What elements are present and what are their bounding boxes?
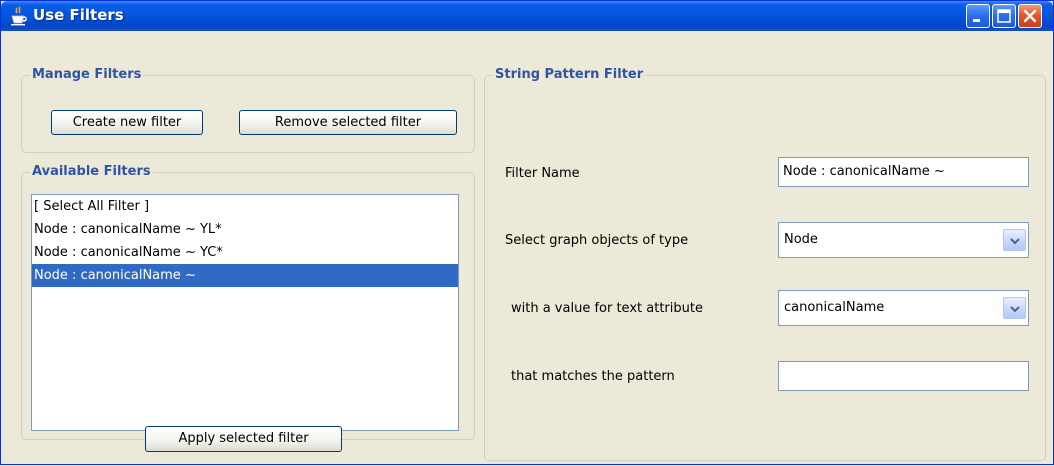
close-icon [1023,9,1037,23]
content-area: Manage Filters Create new filter Remove … [11,31,1049,466]
filter-list-item-yl[interactable]: Node : canonicalName ~ YL* [32,218,458,241]
filter-name-input[interactable]: Node : canonicalName ~ [778,157,1029,187]
maximize-button[interactable] [992,4,1016,28]
object-type-select[interactable]: Node [778,222,1029,258]
filter-name-label: Filter Name [505,166,580,181]
use-filters-window: Use Filters Manage Filters Create new fi… [0,0,1054,465]
filter-list-item-canonicalname[interactable]: Node : canonicalName ~ [32,264,458,287]
chevron-down-icon [1010,306,1020,313]
attribute-dropdown-button[interactable] [1003,297,1026,319]
available-filters-group: Available Filters [ Select All Filter ] … [21,164,475,440]
window-title: Use Filters [33,6,124,24]
attribute-value: canonicalName [784,300,885,315]
minimize-icon [973,19,980,22]
minimize-button[interactable] [966,4,990,28]
object-type-dropdown-button[interactable] [1003,229,1026,251]
pattern-label: that matches the pattern [511,369,675,384]
maximize-icon [997,9,1011,23]
available-filters-label: Available Filters [30,164,153,179]
chevron-down-icon [1010,238,1020,245]
filter-list-item-yc[interactable]: Node : canonicalName ~ YC* [32,241,458,264]
object-type-label: Select graph objects of type [505,233,689,248]
string-pattern-filter-group: String Pattern Filter Filter Name Node :… [484,67,1046,461]
manage-filters-group: Manage Filters Create new filter Remove … [21,67,475,153]
remove-selected-filter-button[interactable]: Remove selected filter [239,110,457,135]
filter-list-item-select-all[interactable]: [ Select All Filter ] [32,195,458,218]
close-button[interactable] [1018,4,1042,28]
pattern-input[interactable] [778,361,1029,391]
attribute-select[interactable]: canonicalName [778,290,1029,326]
string-pattern-filter-label: String Pattern Filter [493,67,646,82]
java-app-icon [11,6,27,26]
create-new-filter-button[interactable]: Create new filter [51,110,203,135]
object-type-value: Node [784,232,818,247]
manage-filters-label: Manage Filters [30,67,144,82]
available-filters-list[interactable]: [ Select All Filter ] Node : canonicalNa… [31,194,459,431]
apply-selected-filter-button[interactable]: Apply selected filter [145,426,342,452]
attribute-label: with a value for text attribute [511,301,703,316]
title-bar[interactable]: Use Filters [1,1,1053,31]
